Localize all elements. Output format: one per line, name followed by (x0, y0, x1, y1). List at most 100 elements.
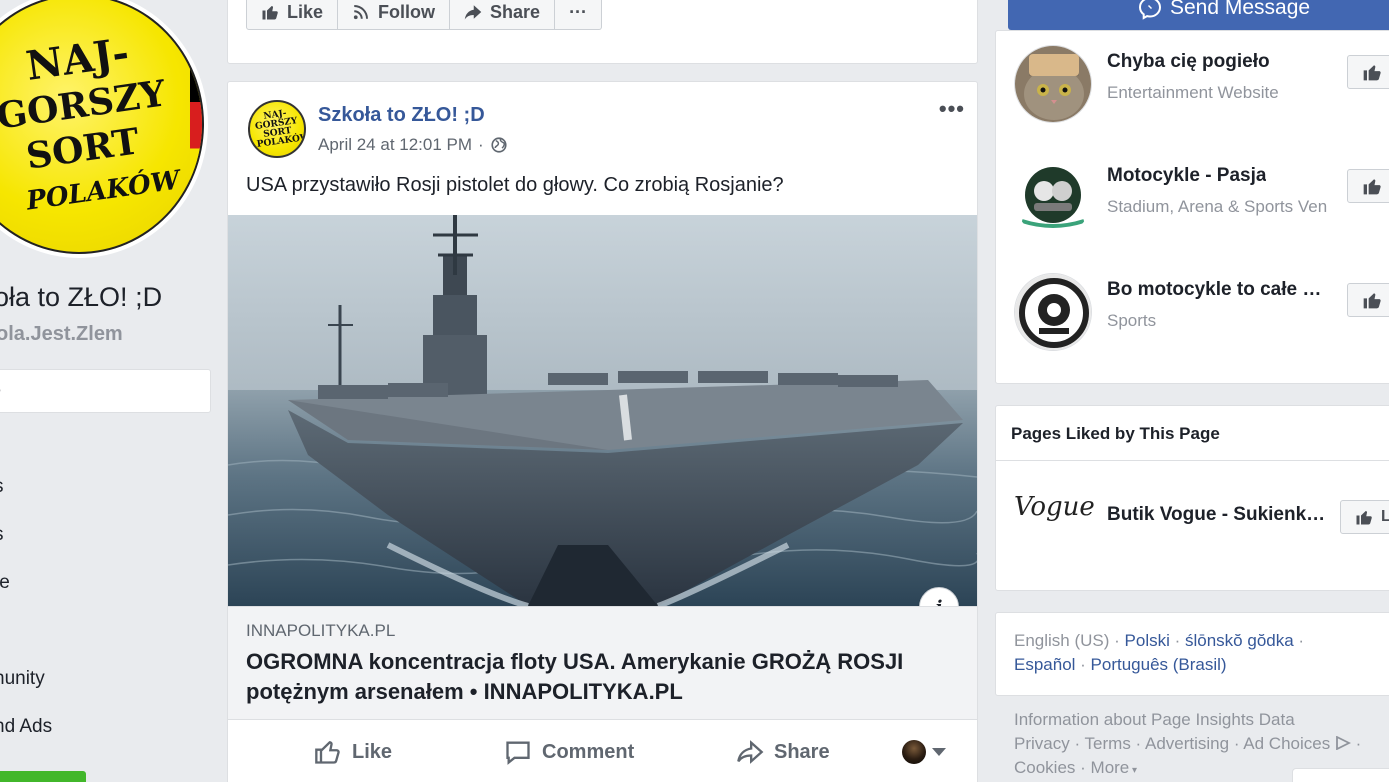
link-preview[interactable]: INNAPOLITYKA.PL OGROMNA koncentracja flo… (228, 606, 977, 720)
footer-links-row: Privacy · Terms · Advertising · Ad Choic… (1014, 734, 1362, 753)
page-share-label: Share (490, 1, 541, 22)
post-timestamp[interactable]: April 24 at 12:01 PM (318, 135, 472, 155)
thumbs-up-icon (262, 5, 278, 20)
page-profile-picture[interactable]: NAJ- GORSZY SORT POLAKÓW (0, 0, 208, 258)
thumbs-up-icon (1363, 293, 1381, 309)
post-as-selector[interactable] (902, 740, 946, 764)
suggested-page-category: Stadium, Arena & Sports Ven (1107, 197, 1328, 216)
page-like-label: Like (287, 1, 324, 22)
post-action-bar: Like Comment Share (228, 722, 977, 782)
suggested-page-like-button[interactable] (1347, 55, 1389, 89)
left-nav-item[interactable]: s (0, 524, 4, 546)
page-like-button[interactable]: Like (246, 0, 339, 30)
comment-bubble-icon (506, 741, 530, 765)
page-more-button[interactable]: ··· (555, 0, 603, 30)
left-nav-item-active[interactable]: e (0, 369, 211, 413)
avatar-logo-text: NAJ-GORSZY SORT POLAKÓW (254, 108, 306, 150)
left-nav-item[interactable]: te (0, 572, 10, 594)
thumbs-up-icon (1356, 511, 1372, 525)
footer-more-link[interactable]: More (1091, 758, 1130, 777)
post-like-label: Like (352, 740, 393, 763)
suggested-page-item[interactable]: Chyba cię pogieło Entertainment Website (1014, 45, 1389, 125)
meta-separator: · (478, 135, 484, 154)
language-row-2: Español · Português (Brasil) (1014, 655, 1227, 674)
post-author-name[interactable]: Szkoła to ZŁO! ;D (318, 104, 485, 127)
caret-down-icon: ▾ (1129, 765, 1138, 776)
suggested-page-avatar[interactable] (1014, 159, 1092, 237)
post-like-button[interactable]: Like (314, 738, 392, 766)
language-row-1: English (US) · Polski · ślōnskŏ gŏdka · (1014, 631, 1305, 650)
footer-links-row-2: Cookies · More ▾ (1014, 758, 1138, 777)
rss-icon (353, 5, 369, 20)
motorcycle-logo (1014, 159, 1092, 237)
language-silesian-link[interactable]: ślōnskŏ gŏdka (1185, 631, 1294, 650)
language-portugues-link[interactable]: Português (Brasil) (1091, 655, 1227, 674)
create-button[interactable] (0, 771, 86, 782)
globe-icon[interactable] (490, 136, 508, 154)
user-avatar (902, 740, 926, 764)
page-title: oła to ZŁO! ;D (0, 282, 163, 312)
page-username[interactable]: ola.Jest.Zlem (0, 323, 123, 346)
post-link-image[interactable] (228, 215, 977, 606)
terms-link[interactable]: Terms (1085, 734, 1131, 753)
left-nav-item[interactable]: nunity (0, 668, 45, 690)
ad-choices-link[interactable]: Ad Choices (1243, 734, 1330, 753)
post-options-button[interactable]: ••• (939, 96, 965, 122)
suggested-page-name[interactable]: Motocykle - Pasja (1107, 165, 1266, 187)
privacy-link[interactable]: Privacy (1014, 734, 1070, 753)
chat-tab[interactable] (1292, 768, 1389, 782)
suggested-page-like-button[interactable] (1347, 283, 1389, 317)
follow-label: Follow (378, 1, 436, 22)
ad-choices-icon (1336, 735, 1351, 751)
link-title[interactable]: OGROMNA koncentracja floty USA. Amerykan… (246, 647, 946, 707)
post-share-button[interactable]: Share (736, 738, 830, 766)
post-card: NAJ-GORSZY SORT POLAKÓW Szkoła to ZŁO! ;… (227, 81, 978, 782)
more-dots-icon: ··· (569, 1, 588, 22)
thumbs-up-icon (1363, 179, 1381, 195)
post-comment-label: Comment (542, 740, 635, 763)
insights-link[interactable]: Information about Page Insights Data (1014, 710, 1295, 730)
post-author-avatar[interactable]: NAJ-GORSZY SORT POLAKÓW (248, 100, 306, 158)
language-polski-link[interactable]: Polski (1125, 631, 1170, 650)
post-meta: April 24 at 12:01 PM · (318, 135, 508, 155)
suggested-page-category: Entertainment Website (1107, 83, 1279, 102)
language-card: English (US) · Polski · ślōnskŏ gŏdka · … (995, 612, 1389, 696)
suggested-pages-card: Chyba cię pogieło Entertainment Website … (995, 30, 1389, 384)
suggested-page-avatar[interactable] (1014, 273, 1092, 351)
left-nav-item[interactable]: s (0, 476, 4, 498)
suggested-page-like-button[interactable] (1347, 169, 1389, 203)
follow-button[interactable]: Follow (338, 0, 451, 30)
post-message: USA przystawiło Rosji pistolet do głowy.… (246, 174, 784, 196)
liked-page-item[interactable]: Vogue Butik Vogue - Sukienk… L (1014, 484, 1389, 564)
liked-page-like-label: L (1381, 508, 1389, 525)
send-message-button[interactable]: Send Message (1008, 0, 1389, 30)
liked-page-name[interactable]: Butik Vogue - Sukienk… (1107, 504, 1325, 526)
messenger-icon (1138, 0, 1162, 20)
suggested-page-item[interactable]: Bo motocykle to całe … Sports (1014, 273, 1389, 353)
share-arrow-icon (464, 5, 482, 20)
liked-page-like-button[interactable]: L (1340, 500, 1389, 534)
suggested-page-avatar[interactable] (1014, 45, 1092, 123)
aircraft-carrier-photo (228, 215, 977, 606)
cookies-link[interactable]: Cookies (1014, 758, 1075, 777)
page-share-button[interactable]: Share (450, 0, 556, 30)
suggested-page-name[interactable]: Bo motocykle to całe … (1107, 279, 1321, 301)
pages-liked-heading[interactable]: Pages Liked by This Page (1011, 424, 1220, 444)
card-divider (996, 460, 1389, 461)
share-outline-icon (737, 740, 764, 764)
logo-disc: NAJ- GORSZY SORT POLAKÓW (0, 0, 204, 254)
left-nav-item[interactable]: nd Ads (0, 716, 52, 738)
chevron-down-icon (932, 748, 946, 756)
post-comment-button[interactable]: Comment (504, 738, 634, 766)
vogue-logo[interactable]: Vogue (1014, 492, 1095, 532)
biker-emblem-logo (1015, 274, 1091, 350)
language-espanol-link[interactable]: Español (1014, 655, 1075, 674)
thumbs-up-outline-icon (315, 741, 340, 764)
page-action-bar: Like Follow Share ··· (246, 0, 603, 30)
thumbs-up-icon (1363, 65, 1381, 81)
suggested-page-name[interactable]: Chyba cię pogieło (1107, 51, 1270, 73)
advertising-link[interactable]: Advertising (1145, 734, 1229, 753)
post-share-label: Share (774, 740, 830, 763)
suggested-page-item[interactable]: Motocykle - Pasja Stadium, Arena & Sport… (1014, 159, 1389, 239)
language-current: English (US) (1014, 631, 1110, 650)
